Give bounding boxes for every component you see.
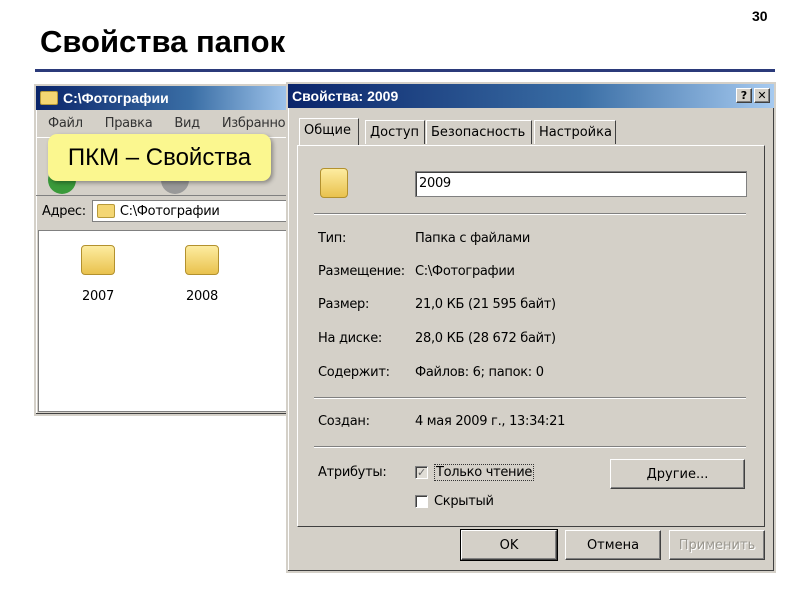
properties-list: Тип: Папка с файлами Размещение: C:\Фотогр… xyxy=(318,231,738,399)
dialog-title: Свойства: 2009 xyxy=(292,88,399,104)
separator xyxy=(314,213,746,215)
hidden-checkbox[interactable]: Скрытый xyxy=(415,494,494,509)
help-button[interactable]: ? xyxy=(736,88,752,103)
advanced-button[interactable]: Другие... xyxy=(610,459,745,489)
readonly-checkbox[interactable]: ✓ Только чтение xyxy=(415,464,535,481)
dialog-titlebar[interactable]: Свойства: 2009 ? ✕ xyxy=(288,84,774,108)
folder-icon xyxy=(185,245,219,275)
checkbox-icon xyxy=(415,495,428,508)
file-list: 2007 2008 xyxy=(38,230,294,412)
prop-row-type: Тип: Папка с файлами xyxy=(318,231,531,246)
address-bar: Адрес: C:\Фотографии xyxy=(36,196,294,226)
tab-general[interactable]: Общие xyxy=(299,118,359,145)
cancel-button[interactable]: Отмена xyxy=(565,530,661,560)
menu-edit[interactable]: Правка xyxy=(105,116,153,131)
address-label: Адрес: xyxy=(42,203,86,219)
explorer-title: C:\Фотографии xyxy=(63,90,169,106)
attributes-label: Атрибуты: xyxy=(318,465,387,480)
separator xyxy=(314,446,746,448)
prop-row-size-on-disk: На диске: 28,0 КБ (28 672 байт) xyxy=(318,331,556,346)
checkbox-checked-icon: ✓ xyxy=(415,466,428,479)
tab-sharing[interactable]: Доступ xyxy=(365,120,425,144)
menu-favorites[interactable]: Избранное xyxy=(222,116,293,131)
menu-file[interactable]: Файл xyxy=(48,116,83,131)
slide-title: Свойства папок xyxy=(40,24,286,59)
apply-button[interactable]: Применить xyxy=(669,530,765,560)
callout-text: ПКМ – Свойства xyxy=(67,143,252,171)
prop-row-contains: Содержит: Файлов: 6; папок: 0 xyxy=(318,365,544,380)
tab-panel: 2009 Тип: Папка с файлами Размещение: C:\Ф… xyxy=(297,145,765,527)
prop-row-location: Размещение: C:\Фотографии xyxy=(318,264,515,279)
page-number: 30 xyxy=(752,8,768,24)
menu-view[interactable]: Вид xyxy=(174,116,200,131)
folder-item-2007[interactable]: 2007 xyxy=(73,245,123,304)
folder-icon xyxy=(320,168,348,198)
tab-customize[interactable]: Настройка xyxy=(534,120,616,144)
prop-row-created: Создан: 4 мая 2009 г., 13:34:21 xyxy=(318,414,566,429)
ok-button[interactable]: OK xyxy=(460,529,558,561)
tab-security[interactable]: Безопасность xyxy=(426,120,532,144)
close-button[interactable]: ✕ xyxy=(754,88,770,103)
folder-name-input[interactable]: 2009 xyxy=(415,171,747,197)
callout: ПКМ – Свойства xyxy=(48,134,271,181)
folder-icon xyxy=(96,204,115,218)
address-input[interactable]: C:\Фотографии xyxy=(91,200,294,222)
properties-dialog: Свойства: 2009 ? ✕ Общие Доступ Безопасн… xyxy=(286,82,776,573)
separator xyxy=(314,397,746,399)
explorer-titlebar[interactable]: C:\Фотографии xyxy=(36,86,294,110)
folder-item-2008[interactable]: 2008 xyxy=(177,245,227,304)
prop-row-size: Размер: 21,0 КБ (21 595 байт) xyxy=(318,297,556,312)
folder-icon xyxy=(40,91,58,105)
tab-strip: Общие Доступ Безопасность Настройка xyxy=(299,118,769,146)
title-divider xyxy=(35,69,775,72)
folder-icon xyxy=(81,245,115,275)
